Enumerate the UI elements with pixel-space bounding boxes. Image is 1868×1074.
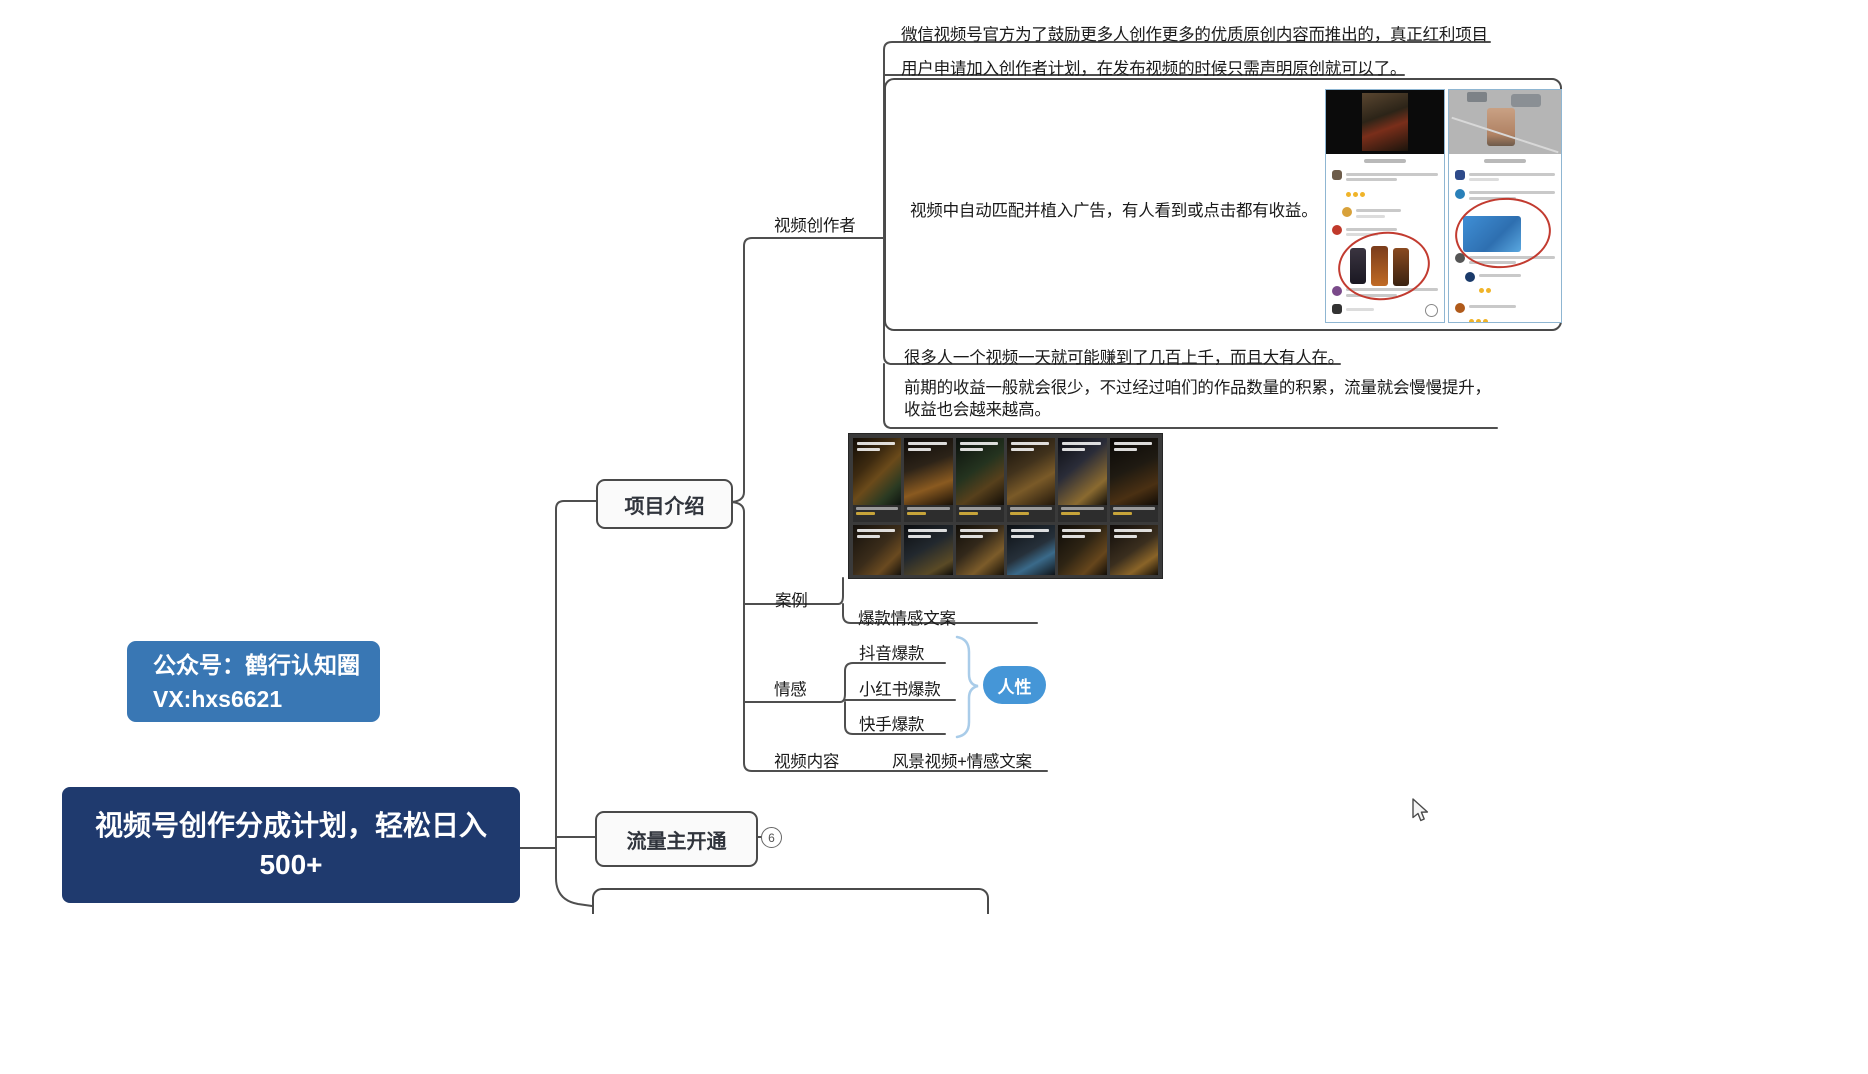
node-ad-revenue-label: 视频中自动匹配并植入广告，有人看到或点击都有收益。 xyxy=(910,202,1318,220)
node-point-official-text: 微信视频号官方为了鼓励更多人创作更多的优质原创内容而推出的，真正红利项目 xyxy=(901,26,1488,44)
video-frame xyxy=(1449,90,1561,154)
node-case-label: 案例 xyxy=(775,592,808,610)
promo-line2: VX:hxs6621 xyxy=(153,682,380,716)
node-emotion-label: 情感 xyxy=(774,681,807,699)
badge-count: 6 xyxy=(768,831,775,845)
node-point-earnings-text: 很多人一个视频一天就可能赚到了几百上千，而且大有人在。 xyxy=(904,349,1344,367)
screenshot-wechat-comments-left xyxy=(1325,89,1445,323)
screenshot-wechat-comments-right xyxy=(1448,89,1562,323)
node-project-intro[interactable]: 项目介绍 xyxy=(596,479,733,529)
node-project-intro-label: 项目介绍 xyxy=(625,490,705,519)
node-scenery-plus-copy-text: 风景视频+情感文案 xyxy=(892,753,1032,771)
node-video-creator[interactable]: 视频创作者 xyxy=(774,212,856,236)
promo-box[interactable]: 公众号：鹤行认知圈 VX:hxs6621 xyxy=(127,641,380,722)
node-traffic-master-label: 流量主开通 xyxy=(627,825,727,854)
mindmap-canvas: 视频号创作分成计划，轻松日入 500+ 公众号：鹤行认知圈 VX:hxs6621… xyxy=(0,0,1868,1074)
central-topic-line2: 500+ xyxy=(259,845,322,884)
central-topic-line1: 视频号创作分成计划，轻松日入 xyxy=(95,806,487,845)
node-point-growth[interactable]: 前期的收益一般就会很少，不过经过咱们的作品数量的积累，流量就会慢慢提升，收益也会… xyxy=(904,378,1504,421)
node-point-earnings[interactable]: 很多人一个视频一天就可能赚到了几百上千，而且大有人在。 xyxy=(904,344,1344,368)
mouse-cursor xyxy=(1411,798,1431,824)
node-video-content[interactable]: 视频内容 xyxy=(774,748,839,772)
node-scenery-plus-copy[interactable]: 风景视频+情感文案 xyxy=(892,748,1032,772)
node-case[interactable]: 案例 xyxy=(775,587,808,611)
central-topic[interactable]: 视频号创作分成计划，轻松日入 500+ xyxy=(62,787,520,903)
node-kuaishou-hot[interactable]: 快手爆款 xyxy=(859,711,924,735)
node-point-official[interactable]: 微信视频号官方为了鼓励更多人创作更多的优质原创内容而推出的，真正红利项目 xyxy=(901,21,1488,45)
callout-human-nature-text: 人性 xyxy=(998,673,1032,698)
node-ad-revenue[interactable]: 视频中自动匹配并植入广告，有人看到或点击都有收益。 xyxy=(884,78,1562,331)
node-hot-emotion-copy-text: 爆款情感文案 xyxy=(858,610,956,628)
node-douyin-hot-text: 抖音爆款 xyxy=(859,645,924,663)
callout-human-nature[interactable]: 人性 xyxy=(983,666,1046,704)
node-hot-emotion-copy[interactable]: 爆款情感文案 xyxy=(858,605,956,629)
node-kuaishou-hot-text: 快手爆款 xyxy=(859,716,924,734)
case-video-grid-image[interactable] xyxy=(848,433,1163,579)
collapsed-children-badge[interactable]: 6 xyxy=(761,827,782,848)
node-xiaohongshu-hot-text: 小红书爆款 xyxy=(859,681,941,699)
video-frame xyxy=(1326,90,1444,154)
node-douyin-hot[interactable]: 抖音爆款 xyxy=(859,640,924,664)
node-bottom-partial[interactable] xyxy=(592,888,989,914)
node-ad-revenue-text: 视频中自动匹配并植入广告，有人看到或点击都有收益。 xyxy=(910,197,1318,221)
promo-line1: 公众号：鹤行认知圈 xyxy=(153,648,380,682)
node-emotion[interactable]: 情感 xyxy=(774,676,807,700)
node-point-growth-text: 前期的收益一般就会很少，不过经过咱们的作品数量的积累，流量就会慢慢提升，收益也会… xyxy=(904,379,1491,419)
node-video-creator-label: 视频创作者 xyxy=(774,217,856,235)
node-point-apply-text: 用户申请加入创作者计划，在发布视频的时候只需声明原创就可以了。 xyxy=(901,60,1406,78)
node-point-apply[interactable]: 用户申请加入创作者计划，在发布视频的时候只需声明原创就可以了。 xyxy=(901,55,1406,79)
node-xiaohongshu-hot[interactable]: 小红书爆款 xyxy=(859,676,941,700)
curly-brace xyxy=(957,637,978,737)
node-traffic-master[interactable]: 流量主开通 xyxy=(595,811,758,867)
node-video-content-label: 视频内容 xyxy=(774,753,839,771)
